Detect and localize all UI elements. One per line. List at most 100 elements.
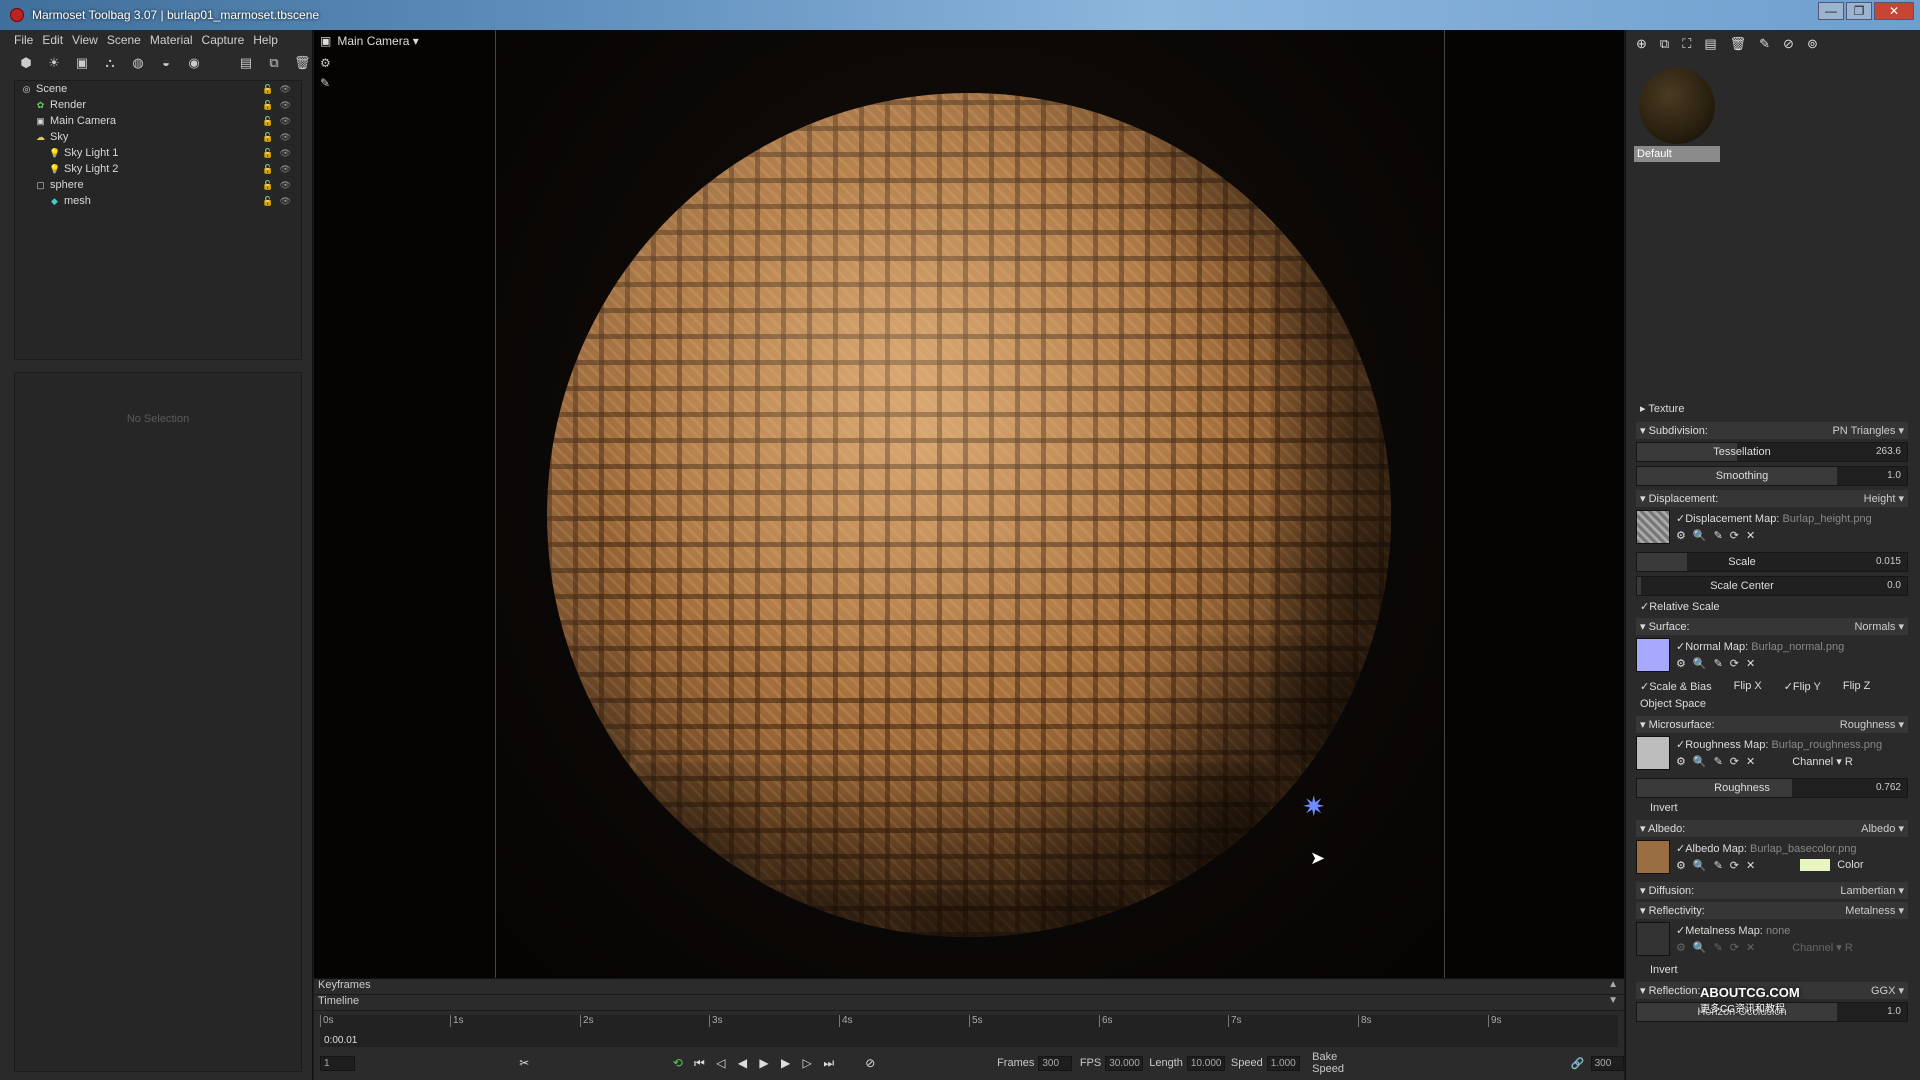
add-turntable-icon[interactable]: ◍	[130, 55, 146, 71]
fps-field[interactable]: 30.000	[1105, 1055, 1144, 1071]
add-sky-icon[interactable]: ◉	[186, 55, 202, 71]
scale-slider[interactable]: Scale 0.015	[1636, 552, 1908, 572]
link-icon[interactable]: 🔗	[1571, 1057, 1585, 1070]
relative-scale-checkbox[interactable]: ✓Relative Scale	[1640, 600, 1720, 618]
search-icon[interactable]: 🔍	[1693, 657, 1707, 670]
paint-brush-icon[interactable]: ✎	[320, 76, 330, 90]
menu-capture[interactable]: Capture	[202, 33, 254, 47]
visibility-eye-icon[interactable]: 👁	[280, 84, 291, 95]
albedo-map-thumb[interactable]	[1636, 840, 1670, 874]
edit-icon[interactable]: ✎	[1714, 657, 1723, 670]
close-icon[interactable]: ✕	[1746, 859, 1755, 872]
roughness-slider[interactable]: Roughness 0.762	[1636, 778, 1908, 798]
menu-file[interactable]: File	[14, 33, 42, 47]
menu-help[interactable]: Help	[253, 33, 287, 47]
diffusion-section[interactable]: ▾ Diffusion: Lambertian ▾	[1636, 882, 1908, 899]
lock-icon[interactable]: 🔓	[262, 84, 273, 95]
surface-dropdown[interactable]: Normals ▾	[1854, 620, 1904, 633]
close-icon[interactable]: ✕	[1746, 755, 1755, 768]
smoothing-slider[interactable]: Smoothing 1.0	[1636, 466, 1908, 486]
reflection-dropdown[interactable]: GGX ▾	[1871, 984, 1904, 997]
menu-edit[interactable]: Edit	[42, 33, 72, 47]
channel-dropdown[interactable]: Channel ▾ R	[1792, 941, 1853, 954]
skip-start-icon[interactable]: ⏮	[689, 1056, 711, 1071]
visibility-eye-icon[interactable]: 👁	[280, 132, 291, 143]
scale-center-value[interactable]: 0.0	[1887, 580, 1901, 591]
assign-material-icon[interactable]: ⊘	[1783, 36, 1794, 52]
horizon-occlusion-value[interactable]: 1.0	[1887, 1006, 1901, 1017]
edit-icon[interactable]: ✎	[1714, 755, 1723, 768]
speed-field[interactable]: 1.000	[1266, 1055, 1301, 1071]
duplicate-icon[interactable]: ⧉	[266, 55, 282, 71]
material-library-icon[interactable]: ⛶	[1682, 36, 1691, 52]
albedo-dropdown[interactable]: Albedo ▾	[1861, 822, 1904, 835]
scissors-icon[interactable]: ✂	[513, 1056, 535, 1070]
import-folder-icon[interactable]: ▤	[238, 55, 254, 71]
skip-end-icon[interactable]: ⏭	[818, 1056, 840, 1071]
end-frame-field[interactable]: 300	[1590, 1055, 1625, 1071]
add-light-icon[interactable]: ☀	[46, 55, 62, 71]
menu-view[interactable]: View	[72, 33, 107, 47]
search-icon[interactable]: 🔍	[1693, 529, 1707, 542]
displacement-map-thumb[interactable]	[1636, 510, 1670, 544]
tree-item-mesh[interactable]: ◆ mesh 🔓 👁	[15, 193, 301, 209]
collapse-icon[interactable]: ▼	[1608, 995, 1618, 1006]
delete-icon[interactable]: 🗑	[294, 55, 311, 71]
next-key-icon[interactable]: ▷	[796, 1056, 818, 1070]
close-icon[interactable]: ✕	[1746, 529, 1755, 542]
tree-item-sky-light-2[interactable]: 💡 Sky Light 2 🔓 👁	[15, 161, 301, 177]
timeline-row[interactable]: Timeline ▼	[314, 995, 1624, 1011]
search-icon[interactable]: 🔍	[1693, 941, 1707, 954]
record-icon[interactable]: ⊘	[860, 1056, 882, 1070]
menu-scene[interactable]: Scene	[107, 33, 150, 47]
object-space-checkbox[interactable]: Object Space	[1640, 698, 1706, 716]
subdivision-dropdown[interactable]: PN Triangles ▾	[1832, 424, 1904, 437]
loop-icon[interactable]: ⟲	[667, 1056, 689, 1070]
flip-z-checkbox[interactable]: Flip Z	[1843, 680, 1871, 698]
add-fog-icon[interactable]: ◒	[158, 55, 174, 71]
step-back-icon[interactable]: ◀	[732, 1056, 754, 1070]
viewport-settings-icon[interactable]: ⚙	[320, 56, 331, 70]
scale-center-slider[interactable]: Scale Center 0.0	[1636, 576, 1908, 596]
normal-map-file[interactable]: Burlap_normal.png	[1751, 641, 1844, 653]
bake-speed-toggle[interactable]: Bake Speed	[1312, 1051, 1371, 1075]
add-shadow-catcher-icon[interactable]: ⛬	[102, 55, 118, 71]
new-material-icon[interactable]: ⊕	[1636, 36, 1647, 52]
timeline-ruler[interactable]: 0s 1s 2s 3s 4s 5s 6s 7s 8s 9s 0:00.01	[320, 1015, 1618, 1047]
displacement-dropdown[interactable]: Height ▾	[1864, 492, 1904, 505]
prev-key-icon[interactable]: ◁	[710, 1056, 732, 1070]
metalness-map-thumb[interactable]	[1636, 922, 1670, 956]
visibility-eye-icon[interactable]: 👁	[280, 148, 291, 159]
displacement-section[interactable]: ▾ Displacement: Height ▾	[1636, 490, 1908, 507]
lock-icon[interactable]: 🔓	[262, 180, 273, 191]
scale-bias-checkbox[interactable]: ✓Scale & Bias	[1640, 680, 1712, 698]
texture-section[interactable]: ▸ Texture	[1636, 402, 1908, 419]
microsurface-section[interactable]: ▾ Microsurface: Roughness ▾	[1636, 716, 1908, 733]
channel-dropdown[interactable]: Channel ▾ R	[1792, 755, 1853, 768]
visibility-eye-icon[interactable]: 👁	[280, 180, 291, 191]
menu-material[interactable]: Material	[150, 33, 202, 47]
tree-item-main-camera[interactable]: ▣ Main Camera 🔓 👁	[15, 113, 301, 129]
reload-icon[interactable]: ⟳	[1730, 859, 1739, 872]
pick-material-icon[interactable]: ✎	[1759, 36, 1770, 52]
light-gizmo-icon[interactable]: ✷	[1302, 790, 1325, 823]
camera-selector[interactable]: Main Camera ▾	[337, 34, 418, 48]
lock-icon[interactable]: 🔓	[262, 148, 273, 159]
close-icon[interactable]: ✕	[1746, 657, 1755, 670]
edit-icon[interactable]: ✎	[1714, 859, 1723, 872]
reflectivity-dropdown[interactable]: Metalness ▾	[1845, 904, 1904, 917]
flip-x-checkbox[interactable]: Flip X	[1734, 680, 1762, 698]
scale-value[interactable]: 0.015	[1876, 556, 1901, 567]
edit-icon[interactable]: ✎	[1714, 529, 1723, 542]
invert-checkbox[interactable]: Invert	[1640, 964, 1678, 982]
visibility-eye-icon[interactable]: 👁	[280, 196, 291, 207]
tree-item-sky[interactable]: ☁ Sky 🔓 👁	[15, 129, 301, 145]
duplicate-material-icon[interactable]: ⧉	[1660, 36, 1669, 52]
lock-icon[interactable]: 🔓	[262, 132, 273, 143]
add-camera-icon[interactable]: ▣	[74, 55, 90, 71]
tessellation-slider[interactable]: Tessellation 263.6	[1636, 442, 1908, 462]
close-icon[interactable]: ✕	[1746, 941, 1755, 954]
reload-icon[interactable]: ⟳	[1730, 755, 1739, 768]
material-settings-icon[interactable]: ⊚	[1807, 36, 1818, 52]
lock-icon[interactable]: 🔓	[262, 116, 273, 127]
